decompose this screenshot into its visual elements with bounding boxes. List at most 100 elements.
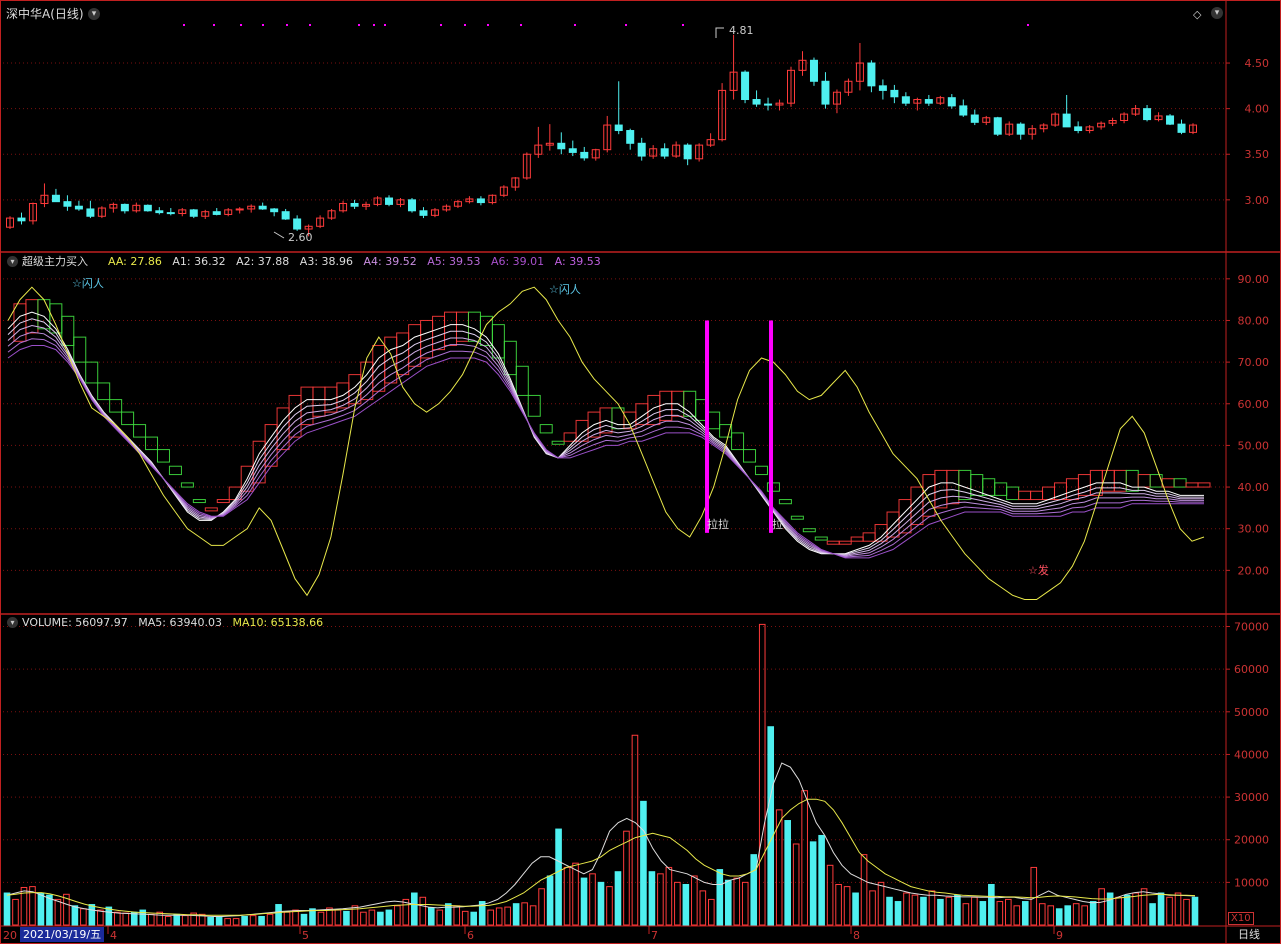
volume-bar bbox=[835, 883, 842, 926]
volume-bar bbox=[283, 911, 291, 926]
volume-bar bbox=[1157, 892, 1165, 926]
volume-bar bbox=[368, 909, 376, 926]
ribbon-box bbox=[850, 536, 864, 542]
window-menu-icon[interactable]: ▾ bbox=[1211, 7, 1223, 19]
x10-label: X10 bbox=[1228, 912, 1254, 925]
ribbon-box bbox=[156, 449, 170, 463]
volume-bar bbox=[436, 909, 444, 926]
price-low-annot: 2.60 bbox=[288, 231, 313, 244]
ribbon-box bbox=[372, 344, 386, 392]
volume-bar bbox=[903, 892, 910, 926]
ribbon-box bbox=[647, 394, 661, 426]
month-label-8: 8 bbox=[853, 929, 860, 942]
ribbon-box bbox=[432, 315, 446, 351]
volume-bar bbox=[674, 881, 681, 926]
ribbon-box bbox=[1006, 486, 1020, 501]
ribbon-box bbox=[958, 469, 972, 501]
ribbon-box bbox=[790, 515, 804, 520]
ribbon-box bbox=[180, 482, 194, 488]
ribbon-box bbox=[551, 440, 565, 445]
price-axis-tick-label: 3.50 bbox=[1245, 148, 1270, 161]
ribbon-box bbox=[168, 465, 182, 476]
volume-bar bbox=[1106, 892, 1114, 926]
volume-bar bbox=[928, 890, 936, 926]
candle bbox=[143, 204, 152, 212]
candle bbox=[1166, 115, 1175, 125]
period-label[interactable]: 日线 bbox=[1238, 928, 1260, 941]
price-axis-tick-label: 4.50 bbox=[1245, 57, 1270, 70]
volume-bar bbox=[224, 918, 231, 926]
indicator-collapse-icon[interactable]: ▾ bbox=[7, 256, 18, 267]
volume-bar bbox=[3, 892, 11, 926]
volume-bar bbox=[12, 898, 19, 926]
volume-axis-tick-label: 40000 bbox=[1234, 748, 1269, 761]
candle bbox=[281, 211, 290, 220]
volume-bar bbox=[1183, 898, 1190, 926]
volume-bar bbox=[792, 843, 800, 926]
candle bbox=[258, 205, 267, 210]
signal-dot bbox=[682, 24, 684, 26]
volume-bar bbox=[334, 909, 342, 926]
volume-bar bbox=[852, 892, 859, 926]
volume-bar bbox=[241, 915, 248, 926]
volume-bar bbox=[487, 909, 494, 926]
volume-bar bbox=[275, 904, 282, 926]
volume-bar bbox=[589, 873, 596, 926]
volume-bar bbox=[470, 911, 478, 926]
ribbon-box bbox=[754, 465, 768, 476]
candle bbox=[235, 208, 244, 211]
volume-legend: VOLUME: 56097.97 MA5: 63940.03 MA10: 651… bbox=[22, 616, 323, 629]
signal-dot bbox=[262, 24, 264, 26]
candle bbox=[155, 210, 164, 214]
ribbon-box bbox=[623, 411, 637, 430]
indicator-axis-tick-label: 70.00 bbox=[1238, 356, 1270, 369]
candle bbox=[947, 97, 956, 107]
volume-bar bbox=[809, 841, 817, 926]
ribbon-box bbox=[862, 532, 876, 542]
signal-dot bbox=[1027, 24, 1029, 26]
volume-bar bbox=[114, 911, 121, 926]
volume-bar bbox=[377, 911, 384, 926]
volume-bar bbox=[1140, 888, 1148, 926]
volume-bar bbox=[699, 890, 707, 926]
month-label-5: 5 bbox=[302, 929, 309, 942]
collapse-icon[interactable]: ▾ bbox=[88, 8, 100, 20]
signal-dot bbox=[625, 24, 627, 26]
volume-bar bbox=[1191, 896, 1199, 926]
volume-bar bbox=[46, 894, 53, 926]
diamond-icon[interactable]: ◇ bbox=[1193, 8, 1201, 21]
fan-line bbox=[7, 318, 1204, 556]
volume-bar bbox=[877, 881, 885, 926]
volume-bar bbox=[411, 892, 418, 926]
volume-collapse-icon[interactable]: ▾ bbox=[7, 617, 18, 628]
ribbon-box bbox=[515, 365, 529, 396]
ribbon-box bbox=[814, 536, 828, 541]
volume-bar bbox=[843, 886, 851, 926]
legend-a5: A5: 39.53 bbox=[427, 255, 481, 268]
legend-a3: A3: 38.96 bbox=[299, 255, 354, 268]
price-axis-tick-label: 4.00 bbox=[1245, 103, 1270, 116]
volume-bar bbox=[317, 911, 325, 926]
candle bbox=[270, 208, 279, 213]
volume-bar bbox=[869, 890, 876, 926]
volume-bar bbox=[996, 901, 1004, 926]
ribbon-box bbox=[982, 478, 996, 496]
candle bbox=[557, 142, 566, 150]
volume-bar bbox=[71, 905, 79, 926]
ribbon-box bbox=[192, 499, 206, 504]
signal-dot bbox=[487, 24, 489, 26]
volume-bar bbox=[682, 883, 690, 926]
ribbon-box bbox=[659, 390, 673, 421]
aa-line bbox=[7, 286, 1205, 600]
signal-dot bbox=[574, 24, 576, 26]
candle bbox=[741, 71, 750, 101]
ribbon-box bbox=[1197, 482, 1211, 488]
signal-dot bbox=[286, 24, 288, 26]
indicator-axis-tick-label: 80.00 bbox=[1238, 314, 1270, 327]
candle bbox=[86, 208, 95, 217]
indicator-axis-tick-label: 40.00 bbox=[1238, 481, 1270, 494]
ribbon-box bbox=[778, 499, 792, 505]
volume-bar bbox=[1005, 898, 1012, 926]
candle bbox=[752, 99, 761, 105]
signal-dot bbox=[213, 24, 215, 26]
